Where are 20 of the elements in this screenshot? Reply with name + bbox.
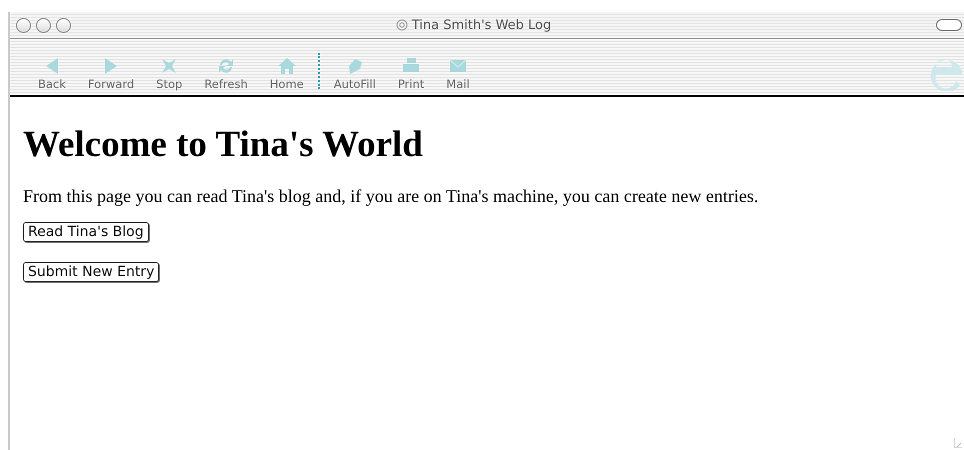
form-button[interactable]: Submit New Entry bbox=[23, 262, 160, 282]
minimize-button[interactable] bbox=[36, 18, 51, 32]
toolbar-button[interactable]: Home bbox=[270, 56, 304, 91]
toolbar-button[interactable]: Forward bbox=[88, 56, 134, 91]
toolbar-toggle-button[interactable] bbox=[936, 19, 962, 31]
window-title: Tina Smith's Web Log bbox=[412, 18, 552, 32]
resize-grip-icon[interactable] bbox=[954, 438, 962, 448]
zoom-button[interactable] bbox=[56, 18, 71, 32]
form-button[interactable]: Read Tina's Blog bbox=[23, 222, 149, 242]
toolbar-button[interactable]: Refresh bbox=[204, 56, 248, 91]
globe-icon bbox=[396, 19, 408, 31]
toolbar-button[interactable]: Mail bbox=[446, 56, 470, 91]
toolbar-button[interactable]: Stop bbox=[156, 56, 182, 91]
toolbar-button[interactable]: Print bbox=[398, 56, 424, 91]
toolbar-button[interactable]: Back bbox=[38, 56, 66, 91]
page-heading: Welcome to Tina's World bbox=[23, 123, 424, 166]
toolbar-button[interactable]: AutoFill bbox=[334, 56, 376, 91]
home-icon bbox=[276, 56, 297, 76]
close-button[interactable] bbox=[16, 18, 31, 32]
intro-paragraph: From this page you can read Tina's blog and, if you are on Tina's machine, you can create new entries. bbox=[23, 186, 760, 207]
